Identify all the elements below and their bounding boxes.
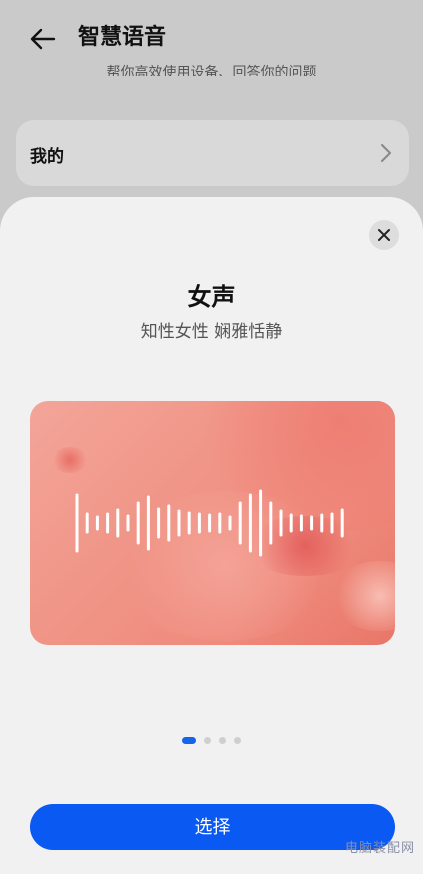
top-bar: 智慧语音 帮你高效使用设备、回答你的问题 [0, 0, 423, 80]
select-button[interactable]: 选择 [30, 804, 395, 850]
page-subtitle: 帮你高效使用设备、回答你的问题 [106, 65, 317, 76]
back-arrow-icon [30, 28, 56, 50]
voice-bottom-sheet: 女声 知性女性 娴雅恬静 选择 [0, 197, 423, 874]
page-dot[interactable] [182, 736, 196, 744]
voice-description: 知性女性 娴雅恬静 [140, 322, 283, 342]
page-dot[interactable] [204, 736, 211, 744]
watermark-text: 电脑装配网 [344, 841, 415, 856]
voice-preview-card[interactable] [30, 401, 395, 645]
back-button[interactable] [26, 22, 60, 56]
close-icon [378, 229, 390, 241]
page-title: 智慧语音 [78, 25, 167, 50]
page-dot[interactable] [219, 736, 226, 744]
page-indicator [0, 735, 423, 745]
voice-name: 女声 [187, 283, 236, 311]
mine-label: 我的 [30, 147, 64, 167]
close-button[interactable] [369, 220, 399, 250]
waveform-icon [75, 489, 344, 557]
chevron-right-icon [381, 144, 391, 162]
page-dot[interactable] [234, 736, 241, 744]
mine-list-item[interactable]: 我的 [16, 120, 409, 186]
